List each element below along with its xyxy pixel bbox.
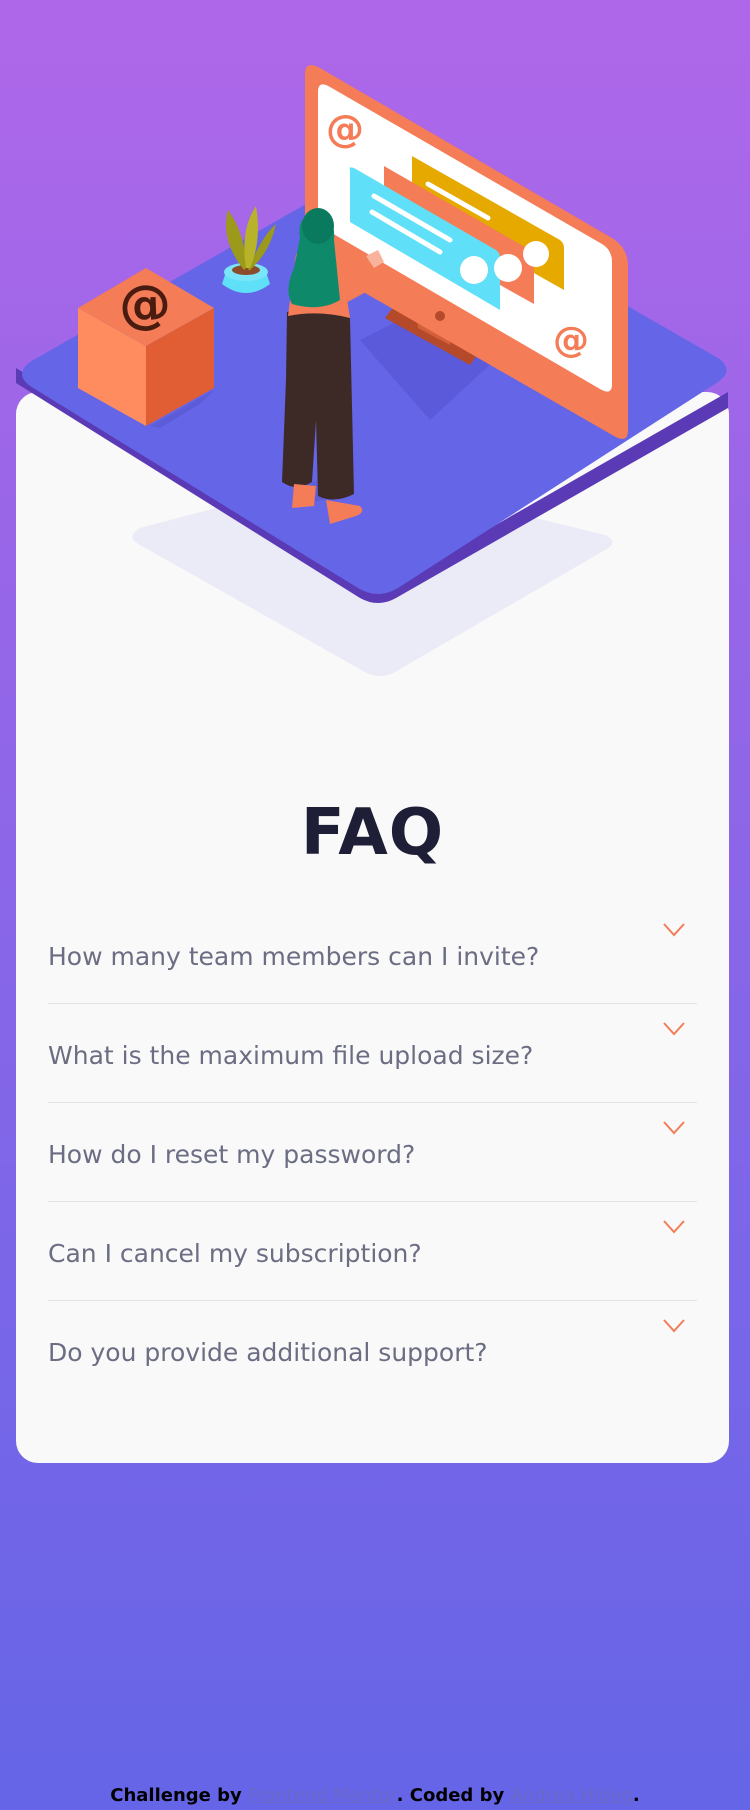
chevron-down-icon[interactable] bbox=[663, 923, 685, 937]
faq-question[interactable]: Can I cancel my subscription? bbox=[48, 1237, 422, 1271]
attribution-coded-prefix: . Coded by bbox=[396, 1785, 511, 1806]
faq-question[interactable]: Do you provide additional support? bbox=[48, 1336, 488, 1370]
faq-accordion: How many team members can I invite? What… bbox=[48, 905, 697, 1399]
faq-item[interactable]: How many team members can I invite? bbox=[48, 905, 697, 1004]
chevron-down-icon[interactable] bbox=[663, 1319, 685, 1333]
chevron-down-icon[interactable] bbox=[663, 1022, 685, 1036]
faq-item[interactable]: Do you provide additional support? bbox=[48, 1301, 697, 1399]
frontend-mentor-link[interactable]: Frontend Mentor bbox=[248, 1785, 397, 1806]
page-title: FAQ bbox=[300, 796, 445, 870]
svg-text:@: @ bbox=[553, 320, 589, 361]
svg-text:@: @ bbox=[118, 274, 172, 336]
woman-online-illustration: @ @ @ bbox=[16, 65, 728, 676]
author-link[interactable]: Andrea Hideg bbox=[510, 1785, 632, 1806]
faq-item[interactable]: Can I cancel my subscription? bbox=[48, 1202, 697, 1301]
svg-text:@: @ bbox=[326, 107, 364, 151]
attribution-suffix: . bbox=[632, 1785, 640, 1806]
faq-question[interactable]: How do I reset my password? bbox=[48, 1138, 415, 1172]
faq-item[interactable]: How do I reset my password? bbox=[48, 1103, 697, 1202]
chevron-down-icon[interactable] bbox=[663, 1220, 685, 1234]
chevron-down-icon[interactable] bbox=[663, 1121, 685, 1135]
faq-item[interactable]: What is the maximum file upload size? bbox=[48, 1004, 697, 1103]
attribution: Challenge by Frontend Mentor. Coded by A… bbox=[0, 1783, 750, 1809]
faq-question[interactable]: What is the maximum file upload size? bbox=[48, 1039, 533, 1073]
faq-question[interactable]: How many team members can I invite? bbox=[48, 940, 539, 974]
attribution-challenge-prefix: Challenge by bbox=[110, 1785, 249, 1806]
